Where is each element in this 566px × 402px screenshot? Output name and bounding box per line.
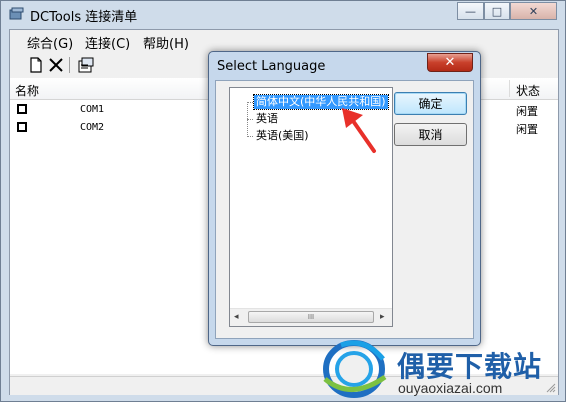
column-name[interactable]: 名称 [15,82,39,99]
ok-button[interactable]: 确定 [394,92,467,115]
properties-icon[interactable] [77,56,95,74]
delete-x-icon[interactable] [47,56,65,74]
close-button[interactable]: ✕ [510,2,557,20]
dialog-body: 简体中文(中华人民共和国) 英语 英语(美国) ◂ III ▸ 确定 取消 [215,80,474,339]
minimize-button[interactable]: — [457,2,484,20]
scroll-right-icon[interactable]: ▸ [380,312,385,322]
dialog-close-button[interactable]: ✕ [427,53,473,72]
title-bar[interactable]: DCTools 连接清单 — □ ✕ [1,1,565,27]
horizontal-scrollbar[interactable]: ◂ III ▸ [230,308,392,326]
main-window: DCTools 连接清单 — □ ✕ 综合(G) 连接(C) 帮助(H) 名称 … [0,0,566,402]
row-port-name: COM2 [80,122,105,133]
menu-bar: 综合(G) 连接(C) 帮助(H) [10,30,558,52]
maximize-button[interactable]: □ [484,2,510,20]
language-item-en-us[interactable]: 英语(美国) [254,129,311,143]
scroll-thumb[interactable]: III [248,311,374,323]
row-checkbox[interactable] [17,122,27,132]
watermark-url: ouyaoxiazai.com [398,380,503,396]
language-tree[interactable]: 简体中文(中华人民共和国) 英语 英语(美国) ◂ III ▸ [229,87,393,327]
menu-help[interactable]: 帮助(H) [143,33,189,52]
column-divider[interactable] [509,80,510,97]
language-item-en[interactable]: 英语 [254,112,280,126]
cancel-button[interactable]: 取消 [394,123,467,146]
tree-connector [247,136,253,137]
tree-connector [247,119,253,120]
scroll-left-icon[interactable]: ◂ [234,312,239,322]
menu-general[interactable]: 综合(G) [27,33,73,52]
resize-grip-icon[interactable] [546,383,556,393]
dialog-title: Select Language [217,59,326,74]
watermark-logo-icon [323,340,387,398]
new-document-icon[interactable] [27,56,45,74]
tree-connector [247,102,253,103]
row-port-name: COM1 [80,104,105,115]
window-title: DCTools 连接清单 [30,10,138,25]
toolbar-separator [69,57,70,73]
column-status[interactable]: 状态 [516,82,540,99]
app-icon [9,7,24,20]
menu-connection[interactable]: 连接(C) [85,33,130,52]
row-checkbox[interactable] [17,104,27,114]
select-language-dialog: Select Language ✕ 简体中文(中华人民共和国) 英语 英语(美国… [208,51,481,346]
row-status: 闲置 [516,123,538,136]
row-status: 闲置 [516,105,538,118]
red-arrow-annotation-icon [342,108,376,153]
watermark-site-name: 偶要下载站 [397,350,543,383]
